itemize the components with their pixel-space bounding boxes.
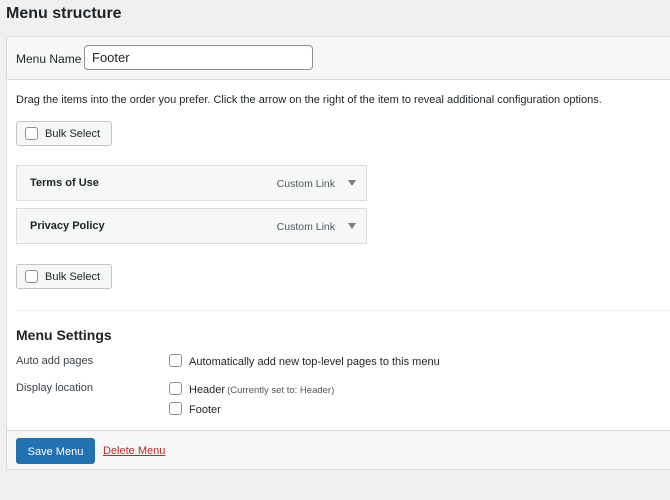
location-header-text: Header — [189, 384, 226, 396]
display-location-label: Display location — [16, 382, 94, 394]
drag-instructions: Drag the items into the order you prefer… — [16, 94, 602, 106]
delete-menu-link[interactable]: Delete Menu — [103, 445, 165, 457]
save-menu-button[interactable]: Save Menu — [16, 438, 95, 464]
section-divider — [16, 310, 670, 311]
menu-item-title: Privacy Policy — [30, 220, 105, 232]
bulk-select-checkbox[interactable] — [25, 127, 38, 140]
location-footer-option[interactable]: Footer — [169, 402, 221, 416]
menu-edit-panel: Menu Name Drag the items into the order … — [6, 36, 670, 470]
expand-arrow-icon[interactable] — [348, 180, 356, 186]
expand-arrow-icon[interactable] — [348, 223, 356, 229]
location-footer-text: Footer — [189, 404, 221, 416]
location-header-checkbox[interactable] — [169, 382, 182, 395]
menu-item-terms-of-use[interactable]: Terms of Use Custom Link — [16, 165, 367, 201]
location-footer-checkbox[interactable] — [169, 402, 182, 415]
bulk-select-checkbox[interactable] — [25, 270, 38, 283]
bulk-select-top[interactable]: Bulk Select — [16, 121, 112, 146]
menu-name-input[interactable] — [84, 45, 313, 70]
menu-name-row: Menu Name — [7, 37, 670, 80]
bulk-select-bottom[interactable]: Bulk Select — [16, 264, 112, 289]
menu-item-privacy-policy[interactable]: Privacy Policy Custom Link — [16, 208, 367, 244]
auto-add-pages-checkbox[interactable] — [169, 354, 182, 367]
auto-add-pages-label: Auto add pages — [16, 355, 94, 367]
auto-add-pages-option[interactable]: Automatically add new top-level pages to… — [169, 354, 440, 368]
menu-item-type: Custom Link — [276, 178, 335, 190]
menu-settings-title: Menu Settings — [16, 327, 112, 343]
menu-actions-bar: Save Menu Delete Menu — [7, 430, 670, 469]
auto-add-pages-text: Automatically add new top-level pages to… — [189, 356, 440, 368]
menu-item-title: Terms of Use — [30, 177, 99, 189]
bulk-select-label: Bulk Select — [45, 271, 101, 283]
location-header-note: (Currently set to: Header) — [227, 385, 335, 396]
menu-item-type: Custom Link — [276, 221, 335, 233]
bulk-select-label: Bulk Select — [45, 128, 101, 140]
page-title: Menu structure — [6, 5, 122, 22]
menu-name-label: Menu Name — [16, 52, 82, 66]
location-header-option[interactable]: Header (Currently set to: Header) — [169, 382, 334, 396]
